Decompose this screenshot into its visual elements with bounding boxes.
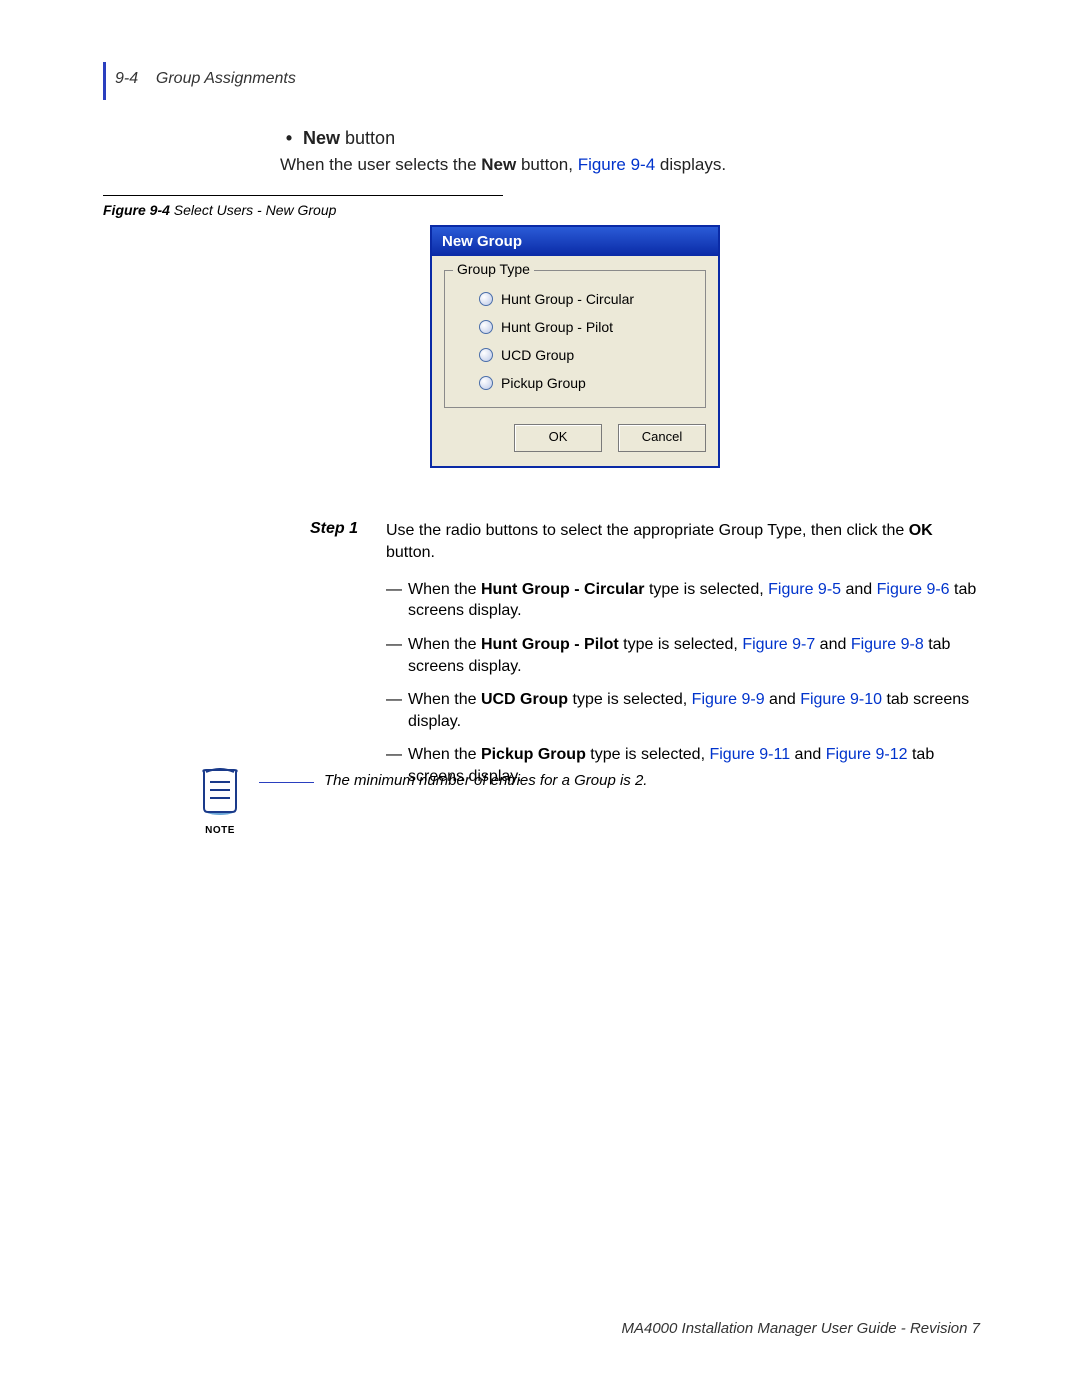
figure-link-9-12[interactable]: Figure 9-12 xyxy=(826,746,908,763)
header-rule xyxy=(103,62,106,100)
step-block: Step 1 Use the radio buttons to select t… xyxy=(310,520,985,800)
figure-link-9-5[interactable]: Figure 9-5 xyxy=(768,581,841,598)
section-title: Group Assignments xyxy=(156,70,296,87)
mdash-icon: — xyxy=(386,689,408,732)
figure-ref: Figure 9-4 xyxy=(103,202,170,218)
body-content: • New button When the user selects the N… xyxy=(280,128,980,175)
subitem-hunt-pilot: — When the Hunt Group - Pilot type is se… xyxy=(386,634,985,677)
radio-label: Hunt Group - Pilot xyxy=(501,319,613,335)
figure-link-9-7[interactable]: Figure 9-7 xyxy=(742,636,815,653)
group-type-fieldset: Group Type Hunt Group - Circular Hunt Gr… xyxy=(444,270,706,408)
bullet-new-button: • New button xyxy=(280,128,980,149)
figure-link-9-8[interactable]: Figure 9-8 xyxy=(851,636,924,653)
figure-link-9-4[interactable]: Figure 9-4 xyxy=(578,155,655,174)
dialog-title: New Group xyxy=(432,227,718,256)
bullet-strong: New xyxy=(303,128,340,148)
mdash-icon: — xyxy=(386,634,408,677)
figure-link-9-10[interactable]: Figure 9-10 xyxy=(800,691,882,708)
radio-icon xyxy=(479,348,493,362)
step-sublist: — When the Hunt Group - Circular type is… xyxy=(386,579,985,788)
page-footer: MA4000 Installation Manager User Guide -… xyxy=(621,1320,980,1337)
figure-link-9-11[interactable]: Figure 9-11 xyxy=(709,746,790,763)
note-label: NOTE xyxy=(185,825,255,836)
page-number: 9-4 xyxy=(115,70,138,87)
bullet-rest: button xyxy=(340,128,395,148)
radio-icon xyxy=(479,292,493,306)
radio-label: UCD Group xyxy=(501,347,574,363)
page-header: 9-4 Group Assignments xyxy=(115,70,296,88)
figure-caption-block: Figure 9-4 Select Users - New Group xyxy=(103,195,513,218)
document-page: 9-4 Group Assignments • New button When … xyxy=(0,0,1080,1397)
radio-label: Hunt Group - Circular xyxy=(501,291,634,307)
step-1-row: Step 1 Use the radio buttons to select t… xyxy=(310,520,985,800)
figure-caption: Figure 9-4 Select Users - New Group xyxy=(103,202,513,218)
figure-title: Select Users - New Group xyxy=(170,202,337,218)
radio-icon xyxy=(479,320,493,334)
cancel-button[interactable]: Cancel xyxy=(618,424,706,452)
radio-ucd-group[interactable]: UCD Group xyxy=(455,341,695,369)
radio-pickup-group[interactable]: Pickup Group xyxy=(455,369,695,397)
mdash-icon: — xyxy=(386,579,408,622)
note-block: NOTE The minimum number of entries for a… xyxy=(185,768,975,836)
radio-icon xyxy=(479,376,493,390)
note-icon xyxy=(198,768,242,821)
radio-hunt-pilot[interactable]: Hunt Group - Pilot xyxy=(455,313,695,341)
new-group-dialog: New Group Group Type Hunt Group - Circul… xyxy=(430,225,720,468)
ok-button[interactable]: OK xyxy=(514,424,602,452)
figure-link-9-6[interactable]: Figure 9-6 xyxy=(877,581,950,598)
radio-hunt-circular[interactable]: Hunt Group - Circular xyxy=(455,285,695,313)
dialog-button-row: OK Cancel xyxy=(432,418,718,466)
step-label: Step 1 xyxy=(310,520,374,800)
radio-label: Pickup Group xyxy=(501,375,586,391)
note-icon-wrap: NOTE xyxy=(185,768,255,836)
figure-link-9-9[interactable]: Figure 9-9 xyxy=(692,691,765,708)
note-rule xyxy=(259,782,314,783)
subitem-ucd-group: — When the UCD Group type is selected, F… xyxy=(386,689,985,732)
bullet-icon: • xyxy=(280,128,298,149)
step-text: Use the radio buttons to select the appr… xyxy=(386,520,985,800)
note-text: The minimum number of entries for a Grou… xyxy=(324,768,975,789)
intro-description: When the user selects the New button, Fi… xyxy=(280,155,980,175)
figure-caption-rule xyxy=(103,195,503,196)
group-type-legend: Group Type xyxy=(453,261,534,277)
subitem-hunt-circular: — When the Hunt Group - Circular type is… xyxy=(386,579,985,622)
